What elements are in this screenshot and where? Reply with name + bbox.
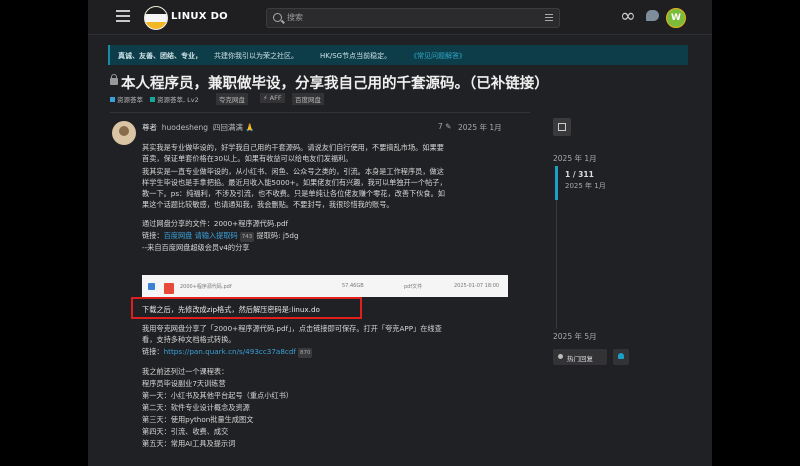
topic-timeline: 2025 年 1月 1 / 311 2025 年 1月 2025 年 5月 热门… [553, 118, 703, 466]
pdf-icon [164, 283, 174, 294]
checkbox-icon [148, 283, 155, 290]
quark-link[interactable]: https://pan.quark.cn/s/493cc37a8cdf [164, 347, 296, 356]
share-line: 通过网盘分享的文件：2000+程序源代码.pdf [142, 219, 289, 228]
quark-line: 看，支持多种文档格式转换。 [142, 335, 236, 344]
timeline-start-date[interactable]: 2025 年 1月 [553, 153, 597, 164]
link-click-count: 743 [239, 232, 255, 242]
lock-icon [110, 74, 118, 85]
course-day: 第五天：常用AI工具及提示词 [142, 439, 236, 448]
hot-replies-button[interactable]: 热门回复 [553, 349, 607, 365]
post-line: 果这个话题比较敏感，也请通知我，我会删贴。不要封号，我很珍惜我的账号。 [142, 200, 394, 209]
post-author-avatar[interactable] [112, 121, 136, 145]
banner-text-2: 共建你我引以为荣之社区。 [214, 52, 298, 60]
timeline-end-date[interactable]: 2025 年 5月 [553, 331, 597, 342]
post-line: 其实我是专业做毕设的，好学我自己用的干套源码。请说友们自行使用，不要搞乱市场。如… [142, 143, 444, 152]
link-click-count: 870 [297, 348, 313, 358]
unzip-password-note: 下载之后，先修改成zip格式，然后解压密码是:linux.do [142, 305, 320, 314]
course-day: 第一天：小红书及其他平台起号（重点小红书） [142, 391, 293, 400]
share-link-line: 链接：百度网盘 请输入提取码 743 提取码: j5dg [142, 231, 299, 242]
search-box[interactable] [266, 8, 560, 28]
file-date: 2025-01-07 18:00 [454, 283, 500, 289]
subcategory-link[interactable]: 资源荟萃, Lv2 [150, 94, 199, 104]
timeline-current-date: 2025 年 1月 [565, 182, 606, 190]
chat-icon[interactable] [646, 10, 659, 21]
baidu-link[interactable]: 百度网盘 请输入提取码 [164, 231, 238, 240]
file-type: pdf文件 [404, 284, 423, 290]
notification-bell-icon[interactable] [613, 349, 629, 365]
forum-page: LINUX DO ∞ W 真诚、友善、团结、专业， 共建你我引以为荣之社区。 H… [88, 0, 712, 466]
banner-text-3: HK/SG节点当前稳定。 [320, 52, 392, 60]
course-title: 程序员毕设副业7天训练营 [142, 379, 226, 388]
course-day: 第二天：软件专业设计概念及资源 [142, 403, 250, 412]
post-date[interactable]: 2025 年 1月 [458, 122, 502, 133]
file-name: 2000+程序源代码.pdf [180, 284, 232, 290]
course-day: 第三天：使用python批量生成图文 [142, 415, 254, 424]
site-header: LINUX DO ∞ W [88, 0, 712, 35]
course-intro: 我之前还列过一个课程表： [142, 367, 229, 376]
site-logo-text[interactable]: LINUX DO [171, 11, 228, 22]
site-logo[interactable] [144, 6, 168, 30]
highlight-box: 下载之后，先修改成zip格式，然后解压密码是:linux.do [131, 297, 362, 319]
post-line: 首卖，保证单套价格在30以上。如果有收益可以给电友们发福利。 [142, 154, 353, 163]
fire-icon [558, 354, 563, 359]
tag-baidu[interactable]: 百度网盘 [292, 93, 324, 105]
timeline-progress: 1 / 311 [565, 170, 594, 179]
menu-icon[interactable] [116, 10, 130, 22]
search-input[interactable] [287, 11, 527, 24]
post-line: 我其实是一直专业做毕设的，从小红书、闲鱼、公众号之类的，引流。本身是工作程序员，… [142, 167, 444, 176]
user-avatar[interactable]: W [666, 8, 686, 28]
search-icon [273, 13, 282, 22]
banner-text-1: 真诚、友善、团结、专业， [118, 52, 202, 60]
faq-link[interactable]: 《常见问题解答》 [410, 51, 466, 61]
divider [110, 112, 530, 113]
course-day: 第四天：引流、收费、成交 [142, 427, 229, 436]
tag-aff[interactable]: ⚡ AFF [260, 93, 285, 103]
file-size: 57.46GB [342, 283, 364, 289]
post-author[interactable]: 尊者 huodesheng 四回满满 🙏 [142, 122, 255, 133]
category-link[interactable]: 资源荟萃 [110, 94, 143, 104]
infinity-icon[interactable]: ∞ [620, 6, 636, 26]
post-line: 样学生毕设也是手拿把掐。最近月收入能5000+。如果佬友们有兴趣，我可以单独开一… [142, 178, 447, 187]
quark-line: 我用夸克网盘分享了「2000+程序源代码.pdf」，点击链接即可保存。打开「夸克… [142, 324, 442, 333]
filter-icon[interactable] [545, 14, 553, 22]
edit-history-button[interactable]: 7 ✎ [438, 122, 451, 131]
quark-link-line: 链接：https://pan.quark.cn/s/493cc37a8cdf 87… [142, 347, 313, 358]
timeline-handle[interactable] [555, 166, 558, 200]
tag-quark[interactable]: 夸克网盘 [216, 93, 248, 105]
post-line: 教一下。ps：纯福利，不涉及引流，也不收费。只是单纯让各位佬友赚个零花，改善下伙… [142, 189, 445, 198]
file-screenshot: 2000+程序源代码.pdf 57.46GB pdf文件 2025-01-07 … [142, 275, 508, 297]
announcement-banner: 真诚、友善、团结、专业， 共建你我引以为荣之社区。 HK/SG节点当前稳定。 《… [108, 45, 688, 65]
topic-title[interactable]: 本人程序员，兼职做毕设，分享我自己用的千套源码。（已补链接） [121, 72, 549, 93]
timeline-toggle-button[interactable] [553, 118, 571, 136]
share-note: --来自百度网盘超级会员v4的分享 [142, 243, 250, 252]
